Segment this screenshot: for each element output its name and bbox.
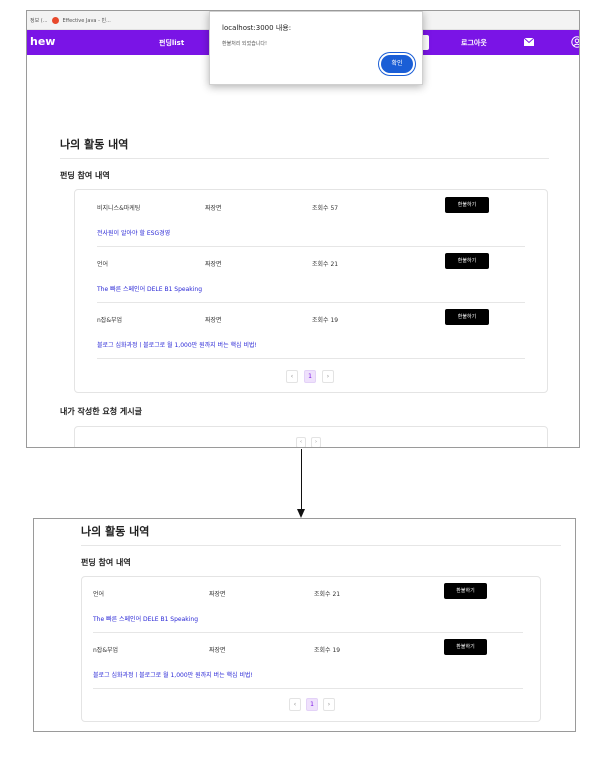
divider: [60, 158, 549, 159]
request-card: ‹ ›: [74, 426, 548, 447]
views-label: 조회수 19: [312, 317, 339, 324]
category-label: n잡&부업: [97, 317, 123, 324]
pager-next-button[interactable]: ›: [323, 698, 335, 711]
bookmark-item[interactable]: 정보 (...: [30, 17, 48, 24]
page-title: 나의 활동 내역: [81, 525, 150, 538]
refund-button[interactable]: 환불하기: [445, 197, 489, 213]
author-label: 짜장면: [205, 261, 222, 268]
views-label: 조회수 19: [314, 647, 341, 654]
alert-ok-button[interactable]: 확인: [381, 55, 413, 73]
category-label: 비지니스&마케팅: [97, 205, 141, 212]
category-label: 언어: [93, 591, 105, 598]
category-label: 언어: [97, 261, 109, 268]
funding-title-link[interactable]: 블로그 심화과정ㅣ블로그로 월 1,000만 원까지 버는 핵심 비법!: [97, 340, 257, 349]
after-screenshot: 나의 활동 내역 펀딩 참여 내역 언어 짜장면 조회수 21 환불하기 The…: [33, 518, 576, 732]
row-divider: [97, 302, 525, 303]
row-divider: [93, 688, 523, 689]
funding-title-link[interactable]: The 빠른 스페인어 DELE B1 Speaking: [93, 614, 198, 623]
views-label: 조회수 57: [312, 205, 339, 212]
category-label: n잡&부업: [93, 647, 119, 654]
funding-section-title: 펀딩 참여 내역: [60, 171, 110, 180]
funding-title-link[interactable]: 블로그 심화과정ㅣ블로그로 월 1,000만 원까지 버는 핵심 비법!: [93, 670, 253, 679]
page-title: 나의 활동 내역: [60, 138, 129, 151]
author-label: 짜장면: [205, 317, 222, 324]
pager-next-button[interactable]: ›: [322, 370, 334, 383]
views-label: 조회수 21: [312, 261, 339, 268]
arrow-line: [301, 449, 302, 511]
funding-title-link[interactable]: The 빠른 스페인어 DELE B1 Speaking: [97, 284, 202, 293]
before-screenshot: 정보 (... Effective Java - 빈... hew 펀딩list…: [26, 10, 580, 448]
arrow-down-icon: [297, 509, 305, 518]
author-label: 짜장면: [209, 591, 226, 598]
alert-title: localhost:3000 내용:: [222, 24, 292, 32]
funding-card: 언어 짜장면 조회수 21 환불하기 The 빠른 스페인어 DELE B1 S…: [81, 576, 541, 722]
bookmark-item[interactable]: Effective Java - 빈...: [63, 17, 111, 24]
mail-icon[interactable]: [524, 38, 534, 46]
funding-section-title: 펀딩 참여 내역: [81, 558, 131, 567]
java-bookmark-icon: [51, 16, 59, 24]
funding-title-link[interactable]: 전사원이 알아야 할 ESG경영: [97, 228, 170, 237]
row-divider: [97, 358, 525, 359]
nav-logout[interactable]: 로그아웃: [461, 38, 487, 48]
divider: [81, 545, 561, 546]
row-divider: [93, 632, 523, 633]
nav-funding-list[interactable]: 펀딩list: [159, 38, 184, 48]
row-divider: [97, 246, 525, 247]
pager-prev-button[interactable]: ‹: [289, 698, 301, 711]
author-label: 짜장면: [205, 205, 222, 212]
alert-dialog: localhost:3000 내용: 환불처리 되었습니다! 확인: [209, 11, 423, 85]
author-label: 짜장면: [209, 647, 226, 654]
views-label: 조회수 21: [314, 591, 341, 598]
request-section-title: 내가 작성한 요청 게시글: [60, 407, 142, 416]
refund-button[interactable]: 환불하기: [445, 309, 489, 325]
refund-button[interactable]: 환불하기: [445, 253, 489, 269]
brand-logo[interactable]: hew: [30, 35, 55, 48]
pager-next-button[interactable]: ›: [311, 437, 321, 447]
pager-prev-button[interactable]: ‹: [296, 437, 306, 447]
pager-prev-button[interactable]: ‹: [286, 370, 298, 383]
refund-button[interactable]: 환불하기: [444, 583, 487, 599]
refund-button[interactable]: 환불하기: [444, 639, 487, 655]
pager-page-1[interactable]: 1: [304, 370, 316, 383]
pager-page-1[interactable]: 1: [306, 698, 318, 711]
funding-card: 비지니스&마케팅 짜장면 조회수 57 환불하기 전사원이 알아야 할 ESG경…: [74, 189, 548, 393]
user-icon[interactable]: [571, 36, 580, 48]
alert-message: 환불처리 되었습니다!: [222, 41, 267, 47]
